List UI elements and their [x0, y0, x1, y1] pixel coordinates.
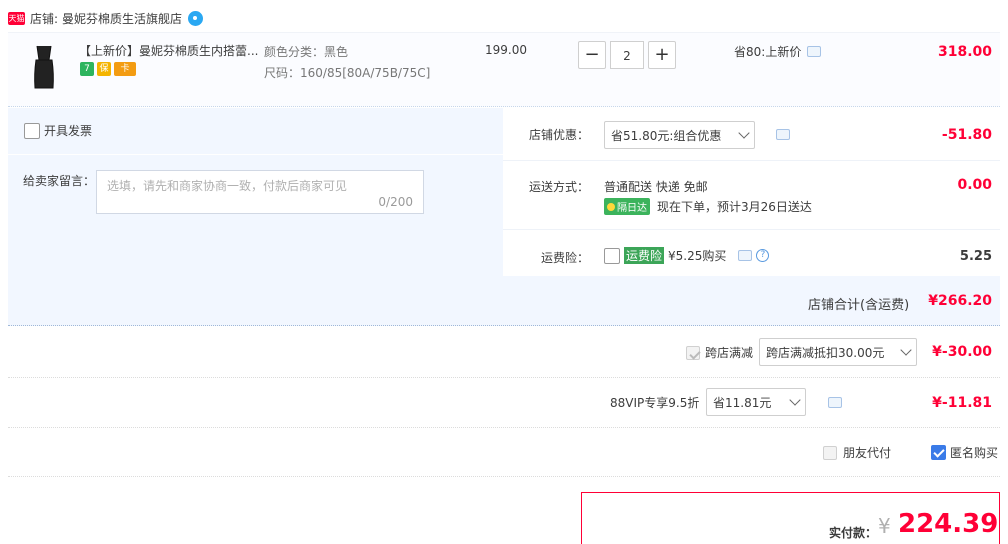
shop-discount-amount: -51.80: [941, 127, 992, 143]
item-service-badges: 7 保 卡: [80, 62, 136, 76]
insurance-amount: 5.25: [959, 249, 992, 264]
message-textarea[interactable]: 选填，请先和商家协商一致，付款后商家可见 0/200: [96, 170, 424, 214]
insurance-message-icon[interactable]: [738, 250, 753, 261]
friend-pay-label: 朋友代付: [843, 446, 892, 460]
quantity-input[interactable]: 2: [610, 41, 644, 69]
chevron-down-icon: [738, 127, 750, 139]
delivery-note: 现在下单，预计3月26日送达: [657, 200, 812, 214]
guarantee-icon: 保: [97, 62, 111, 76]
invoice-checkbox[interactable]: [24, 122, 40, 139]
cross-shop-amount: ¥-30.00: [932, 344, 992, 360]
invoice-label: 开具发票: [44, 124, 93, 138]
tmall-icon: 天猫: [8, 11, 25, 25]
product-thumbnail[interactable]: [26, 44, 62, 90]
shop-discount-value: 省51.80元:组合优惠: [611, 128, 722, 143]
next-day-badge-text: 隔日达: [617, 203, 647, 214]
chevron-down-icon: [789, 394, 801, 406]
shipping-method: 普通配送 快递 免邮: [604, 180, 708, 194]
payment-currency: ¥: [878, 514, 891, 538]
item-promo-text: 省80:上新价: [734, 45, 802, 59]
cross-shop-label: 跨店满减: [705, 346, 754, 360]
quantity-stepper: − 2 +: [578, 41, 676, 69]
vip-amount: ¥-11.81: [932, 395, 992, 411]
credit-card-icon: 卡: [114, 62, 136, 76]
anonymous-label: 匿名购买: [950, 446, 999, 460]
payment-amount: 224.39: [898, 509, 999, 539]
subtotal-label: 店铺合计(含运费): [808, 298, 910, 313]
seven-day-return-icon: 7: [80, 62, 94, 76]
shop-label: 店铺:: [30, 11, 59, 26]
shop-header: 天猫 店铺: 曼妮芬棉质生活旗舰店: [8, 6, 204, 30]
shop-discount-label: 店铺优惠：: [529, 128, 590, 142]
message-label: 给卖家留言：: [23, 174, 96, 188]
shipping-amount: 0.00: [957, 177, 992, 193]
payment-label: 实付款：: [829, 526, 878, 540]
decrease-quantity-button[interactable]: −: [578, 41, 606, 69]
anonymous-checkbox[interactable]: [931, 445, 946, 460]
increase-quantity-button[interactable]: +: [648, 41, 676, 69]
vip-discount-value: 省11.81元: [713, 395, 772, 410]
unit-price: 199.00: [485, 43, 527, 57]
delivery-estimate: 隔日达 现在下单，预计3月26日送达: [604, 198, 812, 215]
insurance-checkbox[interactable]: [604, 247, 620, 264]
shop-name-link[interactable]: 曼妮芬棉质生活旗舰店: [62, 10, 182, 27]
friend-pay-option[interactable]: 朋友代付: [823, 444, 891, 461]
lightning-icon: [607, 202, 615, 211]
divider: [8, 476, 1000, 477]
divider: [8, 154, 503, 155]
vip-discount-select[interactable]: 省11.81元: [706, 388, 806, 416]
shipping-label: 运送方式：: [529, 180, 590, 194]
cross-shop-select[interactable]: 跨店满减抵扣30.00元: [759, 338, 917, 366]
cross-shop-checkbox: [686, 345, 700, 360]
subtotal-amount: ¥266.20: [928, 293, 992, 309]
invoice-option[interactable]: 开具发票: [24, 122, 92, 139]
discount-message-icon[interactable]: [776, 129, 790, 140]
shop-discount-select[interactable]: 省51.80元:组合优惠: [604, 121, 755, 149]
insurance-price: ¥5.25购买: [668, 249, 727, 263]
vip-label: 88VIP专享9.5折: [610, 396, 700, 410]
wangwang-chat-icon[interactable]: [188, 10, 204, 26]
insurance-tag: 运费险: [624, 247, 665, 264]
item-title-link[interactable]: 【上新价】曼妮芬棉质生内搭蕾...: [79, 42, 261, 59]
message-char-count: 0/200: [378, 195, 413, 209]
promo-message-icon[interactable]: [807, 46, 822, 57]
divider: [8, 427, 1000, 428]
item-total: 318.00: [937, 44, 992, 60]
help-icon[interactable]: ?: [756, 249, 770, 262]
cross-shop-option: 跨店满减: [686, 344, 753, 361]
vip-message-icon[interactable]: [828, 397, 842, 408]
insurance-label: 运费险：: [541, 251, 590, 265]
item-promo: 省80:上新价: [734, 43, 822, 60]
chevron-down-icon: [900, 344, 912, 356]
cross-shop-value: 跨店满减抵扣30.00元: [766, 345, 885, 360]
next-day-badge: 隔日达: [604, 198, 650, 215]
anonymous-option[interactable]: 匿名购买: [931, 444, 998, 461]
divider: [8, 377, 1000, 378]
message-placeholder: 选填，请先和商家协商一致，付款后商家可见: [107, 179, 348, 193]
sku-color: 颜色分类：黑色: [264, 45, 349, 59]
friend-pay-checkbox[interactable]: [823, 445, 837, 460]
insurance-option: 运费险 ¥5.25购买 ?: [604, 247, 770, 264]
sku-size: 尺码：160/85[80A/75B/75C]: [264, 66, 431, 80]
